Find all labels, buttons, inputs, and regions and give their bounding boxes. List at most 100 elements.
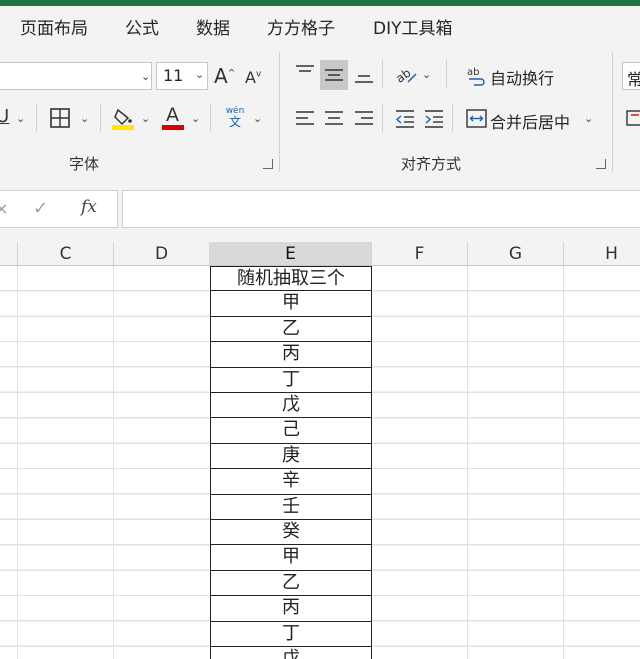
table-cell[interactable]: 乙 [210, 316, 372, 343]
merge-center-label: 合并后居中 [490, 113, 571, 132]
table-cell[interactable]: 丙 [210, 342, 372, 368]
chevron-down-icon[interactable]: ⌄ [16, 112, 25, 125]
table-cell[interactable]: 丙 [210, 596, 372, 622]
tab-ffcell[interactable]: 方方格子 [267, 14, 335, 39]
align-right-button[interactable] [353, 108, 375, 130]
font-color-icon: A [166, 104, 179, 126]
borders-button[interactable] [50, 108, 70, 128]
alignment-group-label: 对齐方式 [401, 155, 462, 173]
increase-indent-icon [425, 110, 443, 128]
chevron-down-icon[interactable]: ⌄ [253, 112, 262, 125]
shrink-font-icon: A [245, 68, 256, 87]
chevron-down-icon: ⌄ [584, 112, 594, 125]
orientation-button[interactable]: ab [393, 62, 418, 86]
separator [36, 104, 37, 132]
gridline [563, 266, 564, 659]
wrap-text-icon: ab [467, 67, 485, 86]
align-top-button[interactable] [294, 62, 316, 84]
font-group-label: 字体 [69, 155, 100, 173]
merge-cells-icon [466, 109, 487, 128]
separator [210, 104, 211, 132]
phonetic-guide-button[interactable]: wén 文 [224, 106, 246, 130]
gridline [17, 266, 18, 659]
font-color-swatch [162, 125, 184, 130]
column-header-c[interactable]: C [18, 242, 114, 266]
underline-button[interactable]: U [0, 108, 9, 126]
table-cell[interactable]: 戊 [210, 393, 372, 419]
chevron-down-icon[interactable]: ⌄ [141, 112, 150, 125]
column-header-d[interactable]: D [114, 242, 210, 266]
increase-indent-button[interactable] [423, 108, 445, 130]
align-right-icon [355, 111, 373, 125]
shrink-font-button[interactable]: Av [245, 70, 261, 86]
grow-font-icon: A [214, 64, 228, 88]
font-size-value: 11 [163, 66, 184, 85]
align-middle-button[interactable] [320, 60, 348, 90]
insert-function-icon[interactable]: fx [81, 197, 97, 217]
conditional-format-button[interactable] [625, 108, 640, 130]
grow-font-button[interactable]: A^ [214, 66, 235, 86]
separator [446, 60, 447, 88]
column-header-g[interactable]: G [468, 242, 564, 266]
decrease-indent-icon [395, 110, 414, 128]
conditional-format-icon [626, 110, 640, 126]
merge-center-button[interactable]: 合并后居中 ⌄ [466, 108, 596, 132]
table-cell[interactable]: 乙 [210, 570, 372, 597]
wrap-text-button[interactable]: ab 自动换行 [466, 64, 576, 88]
chevron-down-icon[interactable]: ⌄ [422, 68, 431, 81]
align-left-icon [296, 111, 314, 125]
phonetic-guide-icon-char: 文 [228, 115, 241, 129]
separator [382, 104, 383, 132]
table-cell[interactable]: 癸 [210, 520, 372, 546]
formula-input[interactable] [122, 190, 640, 228]
decrease-indent-button[interactable] [394, 108, 416, 130]
align-center-button[interactable] [323, 108, 345, 130]
separator [382, 60, 383, 88]
svg-text:ab: ab [467, 67, 479, 78]
table-cell[interactable]: 丁 [210, 367, 372, 393]
formula-controls: × ✓ fx [0, 190, 118, 228]
align-top-icon [296, 65, 314, 72]
confirm-entry-icon[interactable]: ✓ [33, 198, 48, 219]
table-cell[interactable]: 庚 [210, 443, 372, 470]
table-cell[interactable]: 壬 [210, 494, 372, 520]
text-orientation-icon: ab [393, 66, 417, 86]
alignment-dialog-launcher-icon[interactable] [596, 159, 606, 169]
font-name-dropdown[interactable]: ⌄ [0, 62, 152, 90]
chevron-down-icon[interactable]: ⌄ [80, 112, 89, 125]
column-header-e[interactable]: E [210, 242, 372, 266]
column-header-h[interactable]: H [564, 242, 640, 266]
ribbon-tab-bar: 页面布局 公式 数据 方方格子 DIY工具箱 [0, 6, 640, 42]
number-format-dropdown[interactable]: 常 [622, 62, 640, 90]
gridline [113, 266, 114, 659]
gridline [467, 266, 468, 659]
svg-text:ab: ab [394, 66, 413, 86]
font-size-dropdown[interactable]: 11 ⌄ [156, 62, 208, 90]
font-dialog-launcher-icon[interactable] [263, 159, 273, 169]
tab-page-layout[interactable]: 页面布局 [20, 14, 88, 39]
fill-color-swatch [112, 125, 134, 130]
table-cell[interactable]: 戊 [210, 647, 372, 659]
font-color-button[interactable]: A [162, 104, 186, 130]
chevron-down-icon: ⌄ [141, 70, 151, 83]
table-cell[interactable]: 己 [210, 418, 372, 444]
cancel-entry-icon[interactable]: × [0, 199, 8, 218]
align-bottom-button[interactable] [353, 62, 375, 86]
chevron-down-icon[interactable]: ⌄ [191, 112, 200, 125]
tab-data[interactable]: 数据 [196, 14, 230, 39]
align-middle-icon [325, 69, 343, 81]
align-left-button[interactable] [294, 108, 316, 130]
table-header-cell[interactable]: 随机抽取三个 [210, 266, 372, 292]
group-separator [279, 52, 280, 172]
tab-diy-toolbox[interactable]: DIY工具箱 [373, 14, 453, 39]
table-cell[interactable]: 甲 [210, 291, 372, 317]
chevron-down-icon: ⌄ [195, 68, 205, 81]
table-cell[interactable]: 甲 [210, 545, 372, 571]
table-cell[interactable]: 丁 [210, 621, 372, 647]
number-format-value: 常 [627, 70, 640, 89]
column-header-f[interactable]: F [372, 242, 468, 266]
separator [452, 104, 453, 132]
fill-color-button[interactable] [112, 106, 136, 130]
table-cell[interactable]: 辛 [210, 469, 372, 495]
tab-formulas[interactable]: 公式 [125, 14, 159, 39]
